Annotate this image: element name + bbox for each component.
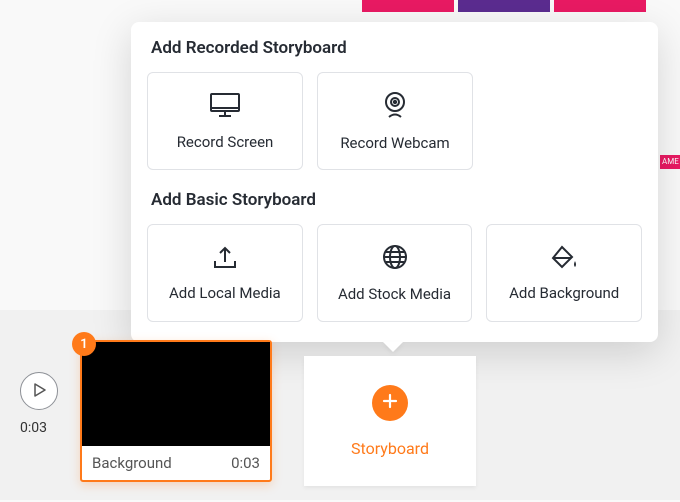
clip-name: Background (92, 454, 172, 472)
clip-index-badge: 1 (72, 332, 96, 356)
paint-bucket-icon (549, 244, 579, 270)
play-icon (33, 382, 46, 401)
record-webcam-button[interactable]: Record Webcam (317, 72, 473, 170)
upload-icon (211, 244, 239, 270)
decor-tag: AME (660, 155, 680, 169)
add-stock-media-button[interactable]: Add Stock Media (317, 224, 473, 322)
option-label: Add Local Media (169, 284, 281, 302)
section-title-recorded: Add Recorded Storyboard (151, 38, 642, 58)
webcam-icon (380, 90, 410, 120)
add-background-button[interactable]: Add Background (486, 224, 642, 322)
add-storyboard-popover: Add Recorded Storyboard Record Screen (131, 22, 658, 342)
clip-thumbnail (82, 342, 270, 446)
plus-icon (381, 392, 399, 414)
clip-duration: 0:03 (231, 454, 260, 472)
clip-card[interactable]: 1 Background 0:03 (80, 340, 272, 482)
option-label: Add Stock Media (338, 285, 451, 303)
section-title-basic: Add Basic Storyboard (151, 190, 642, 210)
decor-block (554, 0, 646, 12)
decor-block (362, 0, 454, 12)
add-storyboard-button[interactable] (372, 385, 408, 421)
playhead-time: 0:03 (20, 420, 47, 436)
add-local-media-button[interactable]: Add Local Media (147, 224, 303, 322)
play-button[interactable] (20, 372, 58, 410)
record-screen-button[interactable]: Record Screen (147, 72, 303, 170)
monitor-icon (208, 91, 242, 119)
option-label: Add Background (509, 284, 619, 302)
option-label: Record Screen (177, 133, 274, 151)
decor-block (458, 0, 550, 12)
storyboard-label: Storyboard (351, 439, 429, 458)
globe-icon (381, 243, 409, 271)
option-label: Record Webcam (340, 134, 449, 152)
add-storyboard-card: Storyboard (304, 356, 476, 486)
